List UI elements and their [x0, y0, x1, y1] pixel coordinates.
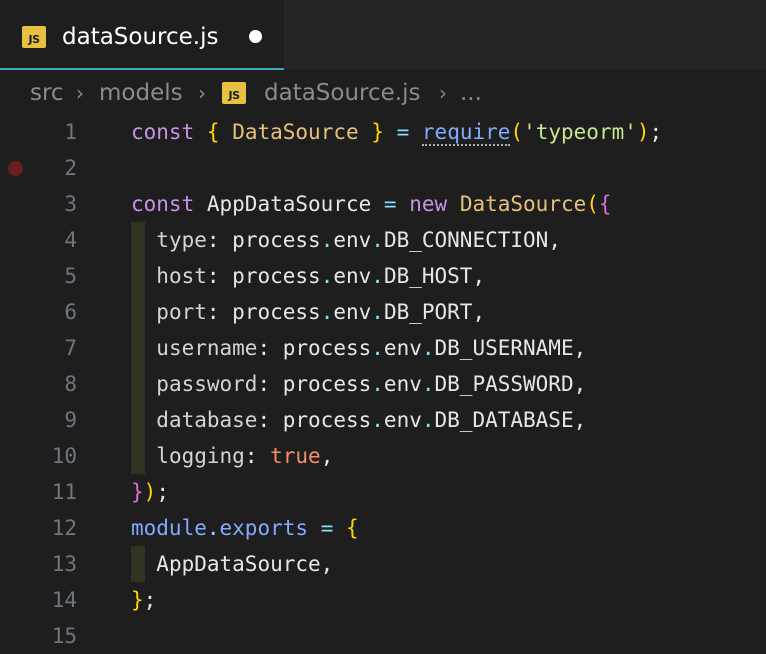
breadcrumb-file[interactable]: dataSource.js: [264, 74, 421, 112]
code-line: 2: [0, 150, 766, 186]
brace: {: [346, 516, 359, 540]
env-var: DB_CONNECTION: [383, 228, 549, 252]
breadcrumb-src[interactable]: src: [30, 74, 64, 112]
chevron-right-icon: ›: [198, 81, 206, 105]
module-object: module: [131, 516, 207, 540]
string-literal: 'typeorm': [523, 120, 637, 144]
code-line: 11 });: [0, 474, 766, 510]
line-number: 1: [64, 120, 77, 144]
keyword-const: const: [131, 120, 195, 144]
code-line: 6 port: process.env.DB_PORT,: [0, 294, 766, 330]
brace: }: [131, 588, 144, 612]
code-line: 13 AppDataSource,: [0, 546, 766, 582]
code-line: 1 const { DataSource } = require('typeor…: [0, 114, 766, 150]
line-number: 2: [64, 156, 77, 180]
breadcrumb-symbols[interactable]: ...: [460, 74, 482, 112]
property-key: username: [156, 336, 258, 360]
exports-property: exports: [219, 516, 309, 540]
code-line: 14 };: [0, 582, 766, 618]
tab-bar: JS dataSource.js: [0, 0, 766, 70]
code-line: 4 type: process.env.DB_CONNECTION,: [0, 222, 766, 258]
object-process: process: [282, 372, 372, 396]
object-process: process: [232, 228, 321, 252]
line-number: 6: [64, 300, 77, 324]
boolean-literal: true: [270, 444, 321, 468]
breadcrumb-models[interactable]: models: [99, 74, 183, 112]
property-env: env: [383, 372, 422, 396]
class-name: DataSource: [232, 120, 359, 144]
line-number: 9: [64, 408, 77, 432]
property-key: host: [156, 264, 207, 288]
semicolon: ;: [649, 120, 663, 144]
tab-datasource-js[interactable]: JS dataSource.js: [0, 0, 284, 70]
paren: (: [586, 192, 599, 216]
brace: }: [131, 480, 144, 504]
semicolon: ;: [156, 480, 169, 504]
object-process: process: [282, 336, 372, 360]
property-env: env: [333, 264, 372, 288]
env-var: DB_USERNAME: [434, 336, 574, 360]
operator: =: [396, 120, 410, 144]
object-process: process: [282, 408, 372, 432]
line-number: 12: [51, 516, 77, 540]
env-var: DB_PASSWORD: [434, 372, 574, 396]
breadcrumb: src › models › JS dataSource.js › ...: [0, 74, 766, 112]
property-key: database: [156, 408, 258, 432]
line-number: 11: [51, 480, 77, 504]
property-key: port: [156, 300, 207, 324]
property-env: env: [333, 300, 372, 324]
line-number: 14: [51, 588, 77, 612]
operator: =: [383, 192, 397, 216]
operator: =: [320, 516, 334, 540]
line-number: 13: [51, 552, 77, 576]
code-line: 12 module.exports = {: [0, 510, 766, 546]
env-var: DB_DATABASE: [434, 408, 574, 432]
property-env: env: [383, 336, 422, 360]
property-key: logging: [156, 444, 245, 468]
code-line: 15: [0, 618, 766, 654]
line-number: 3: [64, 192, 77, 216]
line-number: 7: [64, 336, 77, 360]
code-line: 5 host: process.env.DB_HOST,: [0, 258, 766, 294]
class-name: DataSource: [459, 192, 587, 216]
property-env: env: [333, 228, 372, 252]
line-number: 5: [64, 264, 77, 288]
brace: }: [371, 120, 384, 144]
paren: ): [636, 120, 650, 144]
object-process: process: [232, 264, 321, 288]
code-line: 8 password: process.env.DB_PASSWORD,: [0, 366, 766, 402]
object-process: process: [232, 300, 321, 324]
brace: {: [206, 120, 220, 144]
keyword-const: const: [131, 192, 195, 216]
code-line: 3 const AppDataSource = new DataSource({: [0, 186, 766, 222]
tab-title: dataSource.js: [62, 24, 219, 50]
chevron-right-icon: ›: [439, 81, 447, 105]
variable-name: AppDataSource: [156, 552, 321, 576]
env-var: DB_HOST: [383, 264, 473, 288]
property-env: env: [383, 408, 422, 432]
semicolon: ;: [143, 588, 157, 612]
line-number: 8: [64, 372, 77, 396]
line-number: 4: [64, 228, 77, 252]
chevron-right-icon: ›: [76, 81, 84, 105]
paren: (: [510, 120, 524, 144]
function-require[interactable]: require: [421, 120, 511, 146]
property-key: password: [156, 372, 258, 396]
variable-name: AppDataSource: [206, 192, 372, 216]
js-file-icon: JS: [222, 82, 246, 104]
code-line: 9 database: process.env.DB_DATABASE,: [0, 402, 766, 438]
brace: {: [598, 192, 612, 216]
keyword-new: new: [409, 192, 448, 216]
js-file-icon: JS: [22, 26, 46, 48]
code-line: 10 logging: true,: [0, 438, 766, 474]
property-key: type: [156, 228, 207, 252]
unsaved-dot-icon[interactable]: [249, 30, 262, 43]
code-editor[interactable]: 1 const { DataSource } = require('typeor…: [0, 114, 766, 648]
line-number: 15: [51, 624, 77, 648]
env-var: DB_PORT: [383, 300, 473, 324]
line-number: 10: [51, 444, 77, 468]
paren: ): [143, 480, 157, 504]
code-line: 7 username: process.env.DB_USERNAME,: [0, 330, 766, 366]
